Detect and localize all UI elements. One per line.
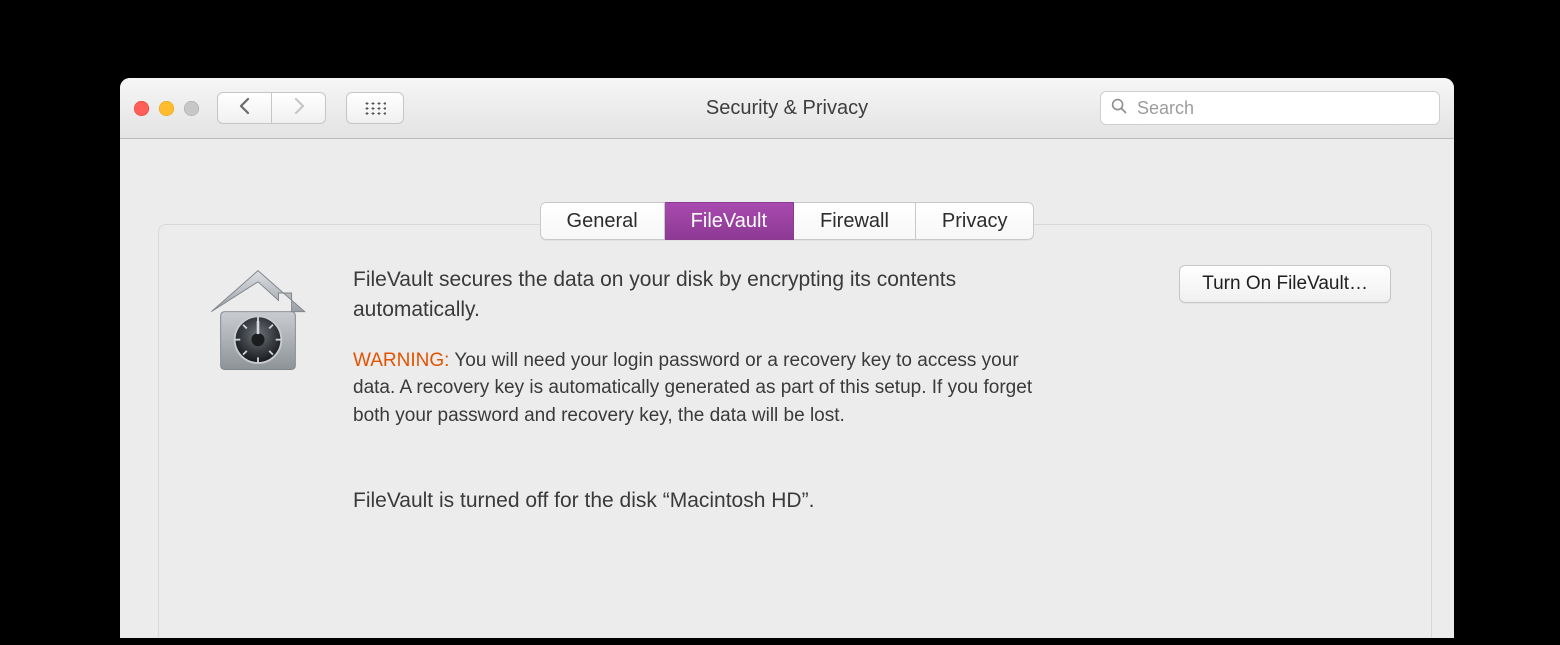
warning-label: WARNING: — [353, 350, 449, 371]
nav-back-forward — [217, 92, 326, 124]
button-label: Turn On FileVault… — [1202, 273, 1368, 295]
tabs: General FileVault Firewall Privacy — [120, 202, 1454, 240]
close-window-button[interactable] — [134, 101, 149, 116]
search-input[interactable] — [1135, 97, 1429, 120]
tab-label: FileVault — [691, 210, 767, 233]
apps-grid-icon — [364, 101, 386, 115]
minimize-window-button[interactable] — [159, 101, 174, 116]
titlebar: Security & Privacy — [120, 78, 1454, 139]
tab-label: Firewall — [820, 210, 889, 233]
zoom-window-button[interactable] — [184, 101, 199, 116]
show-all-button[interactable] — [346, 92, 404, 124]
forward-button[interactable] — [272, 92, 326, 124]
tab-privacy[interactable]: Privacy — [916, 202, 1035, 240]
search-field[interactable] — [1100, 91, 1440, 125]
tab-label: Privacy — [942, 210, 1008, 233]
filevault-description: FileVault secures the data on your disk … — [353, 265, 1055, 325]
tab-filevault[interactable]: FileVault — [665, 202, 794, 240]
filevault-panel: FileVault secures the data on your disk … — [158, 224, 1432, 638]
tab-label: General — [567, 210, 638, 233]
preferences-window: Security & Privacy General FileVault Fir… — [120, 78, 1454, 638]
window-controls — [134, 101, 199, 116]
filevault-status: FileVault is turned off for the disk “Ma… — [353, 489, 1055, 513]
back-button[interactable] — [217, 92, 272, 124]
chevron-left-icon — [239, 98, 251, 119]
search-icon — [1111, 98, 1127, 119]
tab-general[interactable]: General — [540, 202, 665, 240]
filevault-house-lock-icon — [202, 265, 314, 534]
warning-body: You will need your login password or a r… — [353, 350, 1032, 426]
turn-on-filevault-button[interactable]: Turn On FileVault… — [1179, 265, 1391, 303]
chevron-right-icon — [293, 98, 305, 119]
filevault-warning: WARNING: You will need your login passwo… — [353, 347, 1055, 430]
tab-firewall[interactable]: Firewall — [794, 202, 916, 240]
